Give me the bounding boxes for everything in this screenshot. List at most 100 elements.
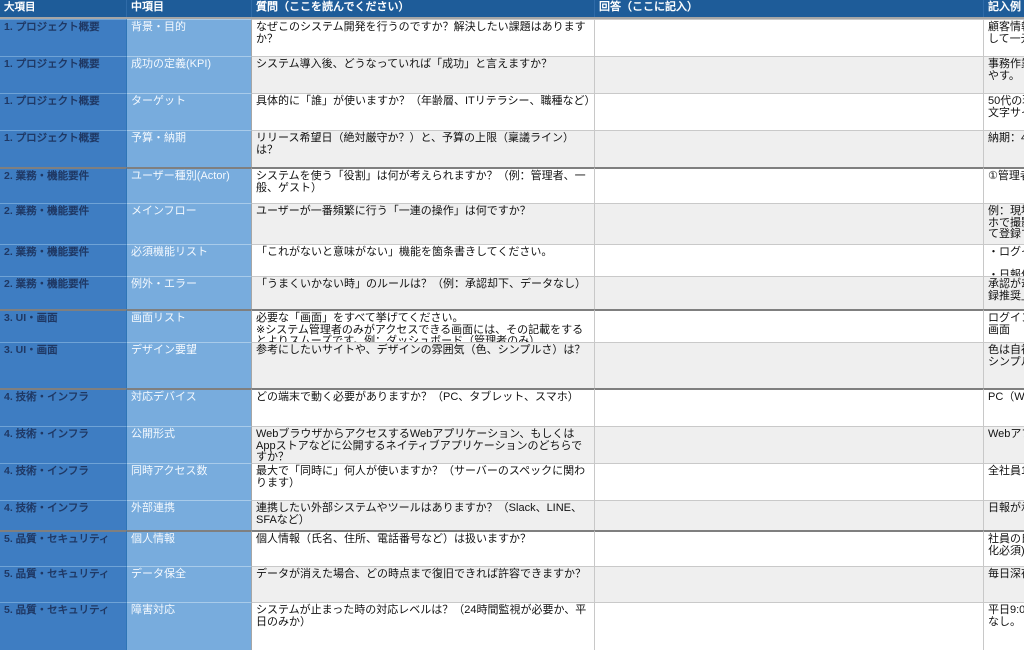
- answer-cell[interactable]: [595, 566, 984, 602]
- medium-item-cell[interactable]: 個人情報: [127, 530, 252, 566]
- answer-cell[interactable]: [595, 167, 984, 203]
- example-cell[interactable]: 納期：4: [984, 130, 1024, 167]
- table-row: 3. UI・画面デザイン要望参考にしたいサイトや、デザインの雰囲気（色、シンプル…: [0, 342, 1024, 388]
- medium-item-cell[interactable]: ユーザー種別(Actor): [127, 167, 252, 203]
- table-row: 2. 業務・機能要件例外・エラー「うまくいかない時」のルールは？（例：承認却下、…: [0, 276, 1024, 309]
- large-item-cell[interactable]: 5. 品質・セキュリティ: [0, 530, 127, 566]
- medium-item-cell[interactable]: 公開形式: [127, 426, 252, 463]
- question-cell[interactable]: データが消えた場合、どの時点まで復旧できれば許容できますか？: [252, 566, 595, 602]
- answer-cell[interactable]: [595, 130, 984, 167]
- large-item-cell[interactable]: 4. 技術・インフラ: [0, 388, 127, 426]
- table-row: 2. 業務・機能要件必須機能リスト「これがないと意味がない」機能を箇条書きしてく…: [0, 244, 1024, 276]
- table-row: 5. 品質・セキュリティデータ保全データが消えた場合、どの時点まで復旧できれば許…: [0, 566, 1024, 602]
- answer-cell[interactable]: [595, 203, 984, 244]
- question-cell[interactable]: どの端末で動く必要がありますか？（PC、タブレット、スマホ）: [252, 388, 595, 426]
- answer-cell[interactable]: [595, 463, 984, 500]
- question-cell[interactable]: 具体的に「誰」が使いますか？（年齢層、ITリテラシー、職種など）: [252, 93, 595, 130]
- table-row: 1. プロジェクト概要成功の定義(KPI)システム導入後、どうなっていれば「成功…: [0, 56, 1024, 93]
- example-cell[interactable]: Webアプ: [984, 426, 1024, 463]
- large-item-cell[interactable]: 3. UI・画面: [0, 309, 127, 342]
- medium-item-cell[interactable]: 画面リスト: [127, 309, 252, 342]
- large-item-cell[interactable]: 5. 品質・セキュリティ: [0, 566, 127, 602]
- large-item-cell[interactable]: 2. 業務・機能要件: [0, 276, 127, 309]
- example-cell[interactable]: 毎日深夜: [984, 566, 1024, 602]
- question-cell[interactable]: システムが止まった時の対応レベルは？（24時間監視が必要か、平日のみか）: [252, 602, 595, 650]
- example-cell[interactable]: 事務作業 やす。: [984, 56, 1024, 93]
- large-item-cell[interactable]: 2. 業務・機能要件: [0, 167, 127, 203]
- medium-item-cell[interactable]: 予算・納期: [127, 130, 252, 167]
- example-cell[interactable]: 色は自社 シンプル: [984, 342, 1024, 388]
- medium-item-cell[interactable]: 同時アクセス数: [127, 463, 252, 500]
- table-row: 1. プロジェクト概要予算・納期リリース希望日（絶対厳守か？）と、予算の上限（稟…: [0, 130, 1024, 167]
- example-cell[interactable]: ・ログイ ・日報作: [984, 244, 1024, 276]
- large-item-cell[interactable]: 4. 技術・インフラ: [0, 500, 127, 530]
- table-row: 4. 技術・インフラ対応デバイスどの端末で動く必要がありますか？（PC、タブレッ…: [0, 388, 1024, 426]
- answer-cell[interactable]: [595, 388, 984, 426]
- question-cell[interactable]: 「これがないと意味がない」機能を箇条書きしてください。: [252, 244, 595, 276]
- answer-cell[interactable]: [595, 19, 984, 56]
- answer-cell[interactable]: [595, 602, 984, 650]
- example-cell[interactable]: 全社員1: [984, 463, 1024, 500]
- example-cell[interactable]: 社員の氏 化必須): [984, 530, 1024, 566]
- example-cell[interactable]: 平日9:0 なし。: [984, 602, 1024, 650]
- table-row: 2. 業務・機能要件メインフローユーザーが一番頻繁に行う「一連の操作」は何ですか…: [0, 203, 1024, 244]
- medium-item-cell[interactable]: データ保全: [127, 566, 252, 602]
- answer-cell[interactable]: [595, 93, 984, 130]
- example-cell[interactable]: ①管理者: [984, 167, 1024, 203]
- question-cell[interactable]: 「うまくいかない時」のルールは？（例：承認却下、データなし）: [252, 276, 595, 309]
- large-item-cell[interactable]: 1. プロジェクト概要: [0, 56, 127, 93]
- large-item-cell[interactable]: 1. プロジェクト概要: [0, 19, 127, 56]
- question-cell[interactable]: リリース希望日（絶対厳守か？）と、予算の上限（稟議ライン）は？: [252, 130, 595, 167]
- medium-item-cell[interactable]: 対応デバイス: [127, 388, 252, 426]
- table-header-row: 大項目 中項目 質問（ここを読んでください） 回答（ここに記入） 記入例: [0, 0, 1024, 19]
- question-cell[interactable]: 連携したい外部システムやツールはありますか？（Slack、LINE、SFAなど）: [252, 500, 595, 530]
- large-item-cell[interactable]: 4. 技術・インフラ: [0, 426, 127, 463]
- answer-cell[interactable]: [595, 342, 984, 388]
- table-row: 5. 品質・セキュリティ個人情報個人情報（氏名、住所、電話番号など）は扱いますか…: [0, 530, 1024, 566]
- table-row: 1. プロジェクト概要ターゲット具体的に「誰」が使いますか？（年齢層、ITリテラ…: [0, 93, 1024, 130]
- table-row: 4. 技術・インフラ公開形式WebブラウザからアクセスするWebアプリケーション…: [0, 426, 1024, 463]
- answer-cell[interactable]: [595, 56, 984, 93]
- answer-cell[interactable]: [595, 309, 984, 342]
- medium-item-cell[interactable]: 障害対応: [127, 602, 252, 650]
- question-cell[interactable]: システムを使う「役割」は何が考えられますか？（例：管理者、一般、ゲスト）: [252, 167, 595, 203]
- answer-cell[interactable]: [595, 276, 984, 309]
- question-cell[interactable]: 必要な「画面」をすべて挙げてください。 ※システム管理者のみがアクセスできる画面…: [252, 309, 595, 342]
- example-cell[interactable]: 50代の現 文字サイ: [984, 93, 1024, 130]
- question-cell[interactable]: なぜこのシステム開発を行うのですか？解決したい課題はありますか？: [252, 19, 595, 56]
- medium-item-cell[interactable]: 背景・目的: [127, 19, 252, 56]
- medium-item-cell[interactable]: ターゲット: [127, 93, 252, 130]
- example-cell[interactable]: PC（W: [984, 388, 1024, 426]
- answer-cell[interactable]: [595, 244, 984, 276]
- question-cell[interactable]: ユーザーが一番頻繁に行う「一連の操作」は何ですか？: [252, 203, 595, 244]
- large-item-cell[interactable]: 5. 品質・セキュリティ: [0, 602, 127, 650]
- medium-item-cell[interactable]: 外部連携: [127, 500, 252, 530]
- question-cell[interactable]: 最大で「同時に」何人が使いますか？（サーバーのスペックに関わります）: [252, 463, 595, 500]
- table-row: 1. プロジェクト概要背景・目的なぜこのシステム開発を行うのですか？解決したい課…: [0, 19, 1024, 56]
- medium-item-cell[interactable]: メインフロー: [127, 203, 252, 244]
- large-item-cell[interactable]: 2. 業務・機能要件: [0, 203, 127, 244]
- large-item-cell[interactable]: 1. プロジェクト概要: [0, 130, 127, 167]
- question-cell[interactable]: 個人情報（氏名、住所、電話番号など）は扱いますか？: [252, 530, 595, 566]
- question-cell[interactable]: システム導入後、どうなっていれば「成功」と言えますか？: [252, 56, 595, 93]
- large-item-cell[interactable]: 2. 業務・機能要件: [0, 244, 127, 276]
- answer-cell[interactable]: [595, 426, 984, 463]
- requirements-spreadsheet: 大項目 中項目 質問（ここを読んでください） 回答（ここに記入） 記入例 1. …: [0, 0, 1024, 650]
- medium-item-cell[interactable]: デザイン要望: [127, 342, 252, 388]
- medium-item-cell[interactable]: 例外・エラー: [127, 276, 252, 309]
- example-cell[interactable]: ログイン 画面: [984, 309, 1024, 342]
- answer-cell[interactable]: [595, 500, 984, 530]
- large-item-cell[interactable]: 4. 技術・インフラ: [0, 463, 127, 500]
- example-cell[interactable]: 承認が却 録推奨」: [984, 276, 1024, 309]
- example-cell[interactable]: 例：現場 ホで撮影 て登録す: [984, 203, 1024, 244]
- medium-item-cell[interactable]: 成功の定義(KPI): [127, 56, 252, 93]
- question-cell[interactable]: 参考にしたいサイトや、デザインの雰囲気（色、シンプルさ）は？: [252, 342, 595, 388]
- large-item-cell[interactable]: 3. UI・画面: [0, 342, 127, 388]
- large-item-cell[interactable]: 1. プロジェクト概要: [0, 93, 127, 130]
- table-row: 4. 技術・インフラ同時アクセス数最大で「同時に」何人が使いますか？（サーバーの…: [0, 463, 1024, 500]
- example-cell[interactable]: 日報が承: [984, 500, 1024, 530]
- question-cell[interactable]: WebブラウザからアクセスするWebアプリケーション、もしくはAppストアなどに…: [252, 426, 595, 463]
- example-cell[interactable]: 顧客情報 して一元: [984, 19, 1024, 56]
- answer-cell[interactable]: [595, 530, 984, 566]
- medium-item-cell[interactable]: 必須機能リスト: [127, 244, 252, 276]
